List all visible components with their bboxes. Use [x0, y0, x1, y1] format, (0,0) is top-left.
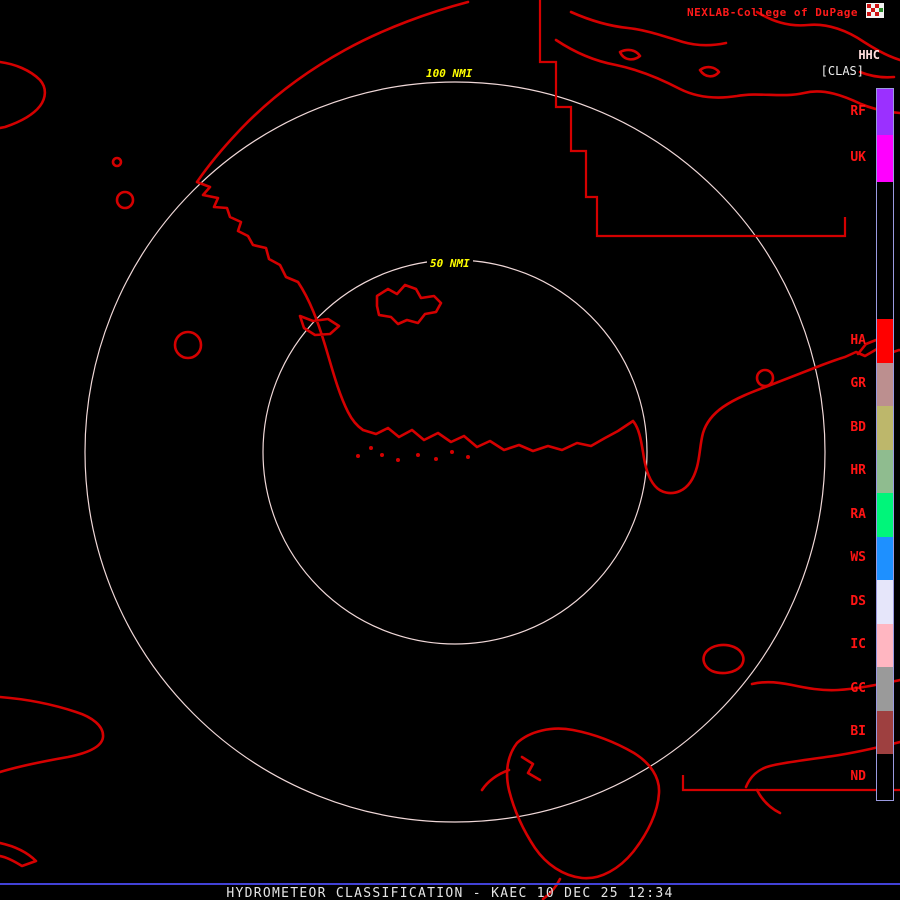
islet-dot [434, 457, 438, 461]
colorbar-seg-ws [877, 537, 893, 580]
colorbar-seg-ds [877, 580, 893, 624]
radar-screen: 100 NMI 50 NMI NEXLAB-College of DuPage … [0, 0, 900, 900]
coastline-south [0, 60, 900, 900]
inner-range-label: 50 NMI [427, 256, 473, 271]
colorbar-seg-bi [877, 711, 893, 754]
islet-dot [450, 450, 454, 454]
islet-dot [416, 453, 420, 457]
page-title: NEXLAB-College of DuPage [687, 6, 858, 19]
islet-dot [466, 455, 470, 459]
colorbar-seg-gap [877, 182, 893, 319]
colorbar-seg-uk [877, 135, 893, 182]
boundary-steps-northeast [538, 0, 900, 792]
zone-boundaries [538, 0, 900, 792]
small-island-ring-3 [111, 156, 123, 168]
islet-dots [356, 446, 470, 462]
small-island-ring-2 [173, 330, 203, 360]
range-rings [84, 81, 826, 823]
islet-dot [369, 446, 373, 450]
outer-range-label: 100 NMI [423, 66, 476, 81]
small-lake-ring [755, 368, 775, 388]
legend-colorbar [876, 88, 894, 801]
colorbar-seg-bd [877, 406, 893, 450]
colorbar-seg-nd [877, 754, 893, 800]
colorbar-seg-gc [877, 667, 893, 711]
colorbar-seg-ic [877, 624, 893, 667]
product-code-label: HHC [858, 48, 880, 62]
islet-dot [380, 453, 384, 457]
inner-range-ring [262, 259, 648, 645]
colorbar-seg-gr [877, 363, 893, 406]
colorbar-seg-hr [877, 450, 893, 493]
coastline-north-arc [195, 0, 900, 495]
product-tag-label: [CLAS] [820, 64, 864, 78]
islet-dot [396, 458, 400, 462]
colorbar-seg-ra [877, 493, 893, 537]
coastline-northeast [554, 10, 900, 115]
islet-dot [356, 454, 360, 458]
footer-divider [0, 883, 900, 885]
coastlines [0, 0, 900, 900]
product-caption: HYDROMETEOR CLASSIFICATION - KAEC 10 DEC… [226, 886, 674, 900]
radar-map [0, 0, 900, 900]
outer-range-ring [84, 81, 826, 823]
colorbar-seg-rf [877, 89, 893, 135]
small-island-ring-1 [115, 190, 135, 210]
colorbar-seg-ha [877, 319, 893, 363]
cod-logo-icon [866, 3, 884, 18]
